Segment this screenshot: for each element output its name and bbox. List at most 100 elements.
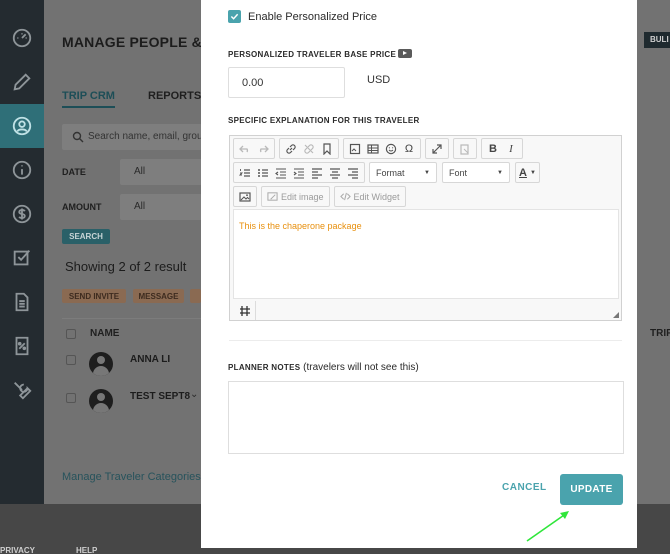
numbered-list-icon[interactable] [236, 163, 254, 182]
edit-image-label: Edit image [281, 191, 324, 202]
bullet-list-icon[interactable] [254, 163, 272, 182]
image-frame-icon[interactable] [346, 139, 364, 158]
tab-reports[interactable]: REPORTS [148, 90, 201, 102]
maximize-group [425, 138, 449, 159]
filter-amount-label: AMOUNT [62, 202, 102, 212]
table-icon[interactable] [364, 139, 382, 158]
omega-icon[interactable]: Ω [400, 139, 418, 158]
editor-toolbar-row: Ω B I [233, 138, 527, 159]
bulk-button[interactable]: BULI [644, 32, 670, 48]
base-price-label: PERSONALIZED TRAVELER BASE PRICE [228, 50, 397, 59]
help-link[interactable]: HELP [76, 546, 97, 554]
edit-widget-label: Edit Widget [353, 191, 400, 202]
enable-price-label[interactable]: Enable Personalized Price [248, 11, 377, 23]
anchor-icon[interactable] [318, 139, 336, 158]
align-left-icon[interactable] [308, 163, 326, 182]
undo-icon[interactable] [236, 139, 254, 158]
editor-toolbar-row: Format ▼ Font ▼ A ▼ [233, 162, 544, 183]
edit-image-icon [267, 192, 278, 201]
annotation-arrow-icon [526, 511, 569, 542]
search-placeholder: Search name, email, grou [88, 131, 203, 142]
align-center-icon[interactable] [326, 163, 344, 182]
chevron-down-icon[interactable]: ⌄ [190, 389, 198, 400]
font-select-label: Font [449, 167, 468, 178]
table-row-name[interactable]: TEST SEPT8 [130, 391, 190, 402]
enable-price-checkbox[interactable] [228, 10, 241, 23]
unlink-icon[interactable] [300, 139, 318, 158]
format-select[interactable]: Format ▼ [369, 162, 437, 183]
table-row-name[interactable]: ANNA LI [130, 354, 170, 365]
link-group [279, 138, 339, 159]
filter-date-select[interactable]: All [120, 159, 202, 185]
coupon-icon[interactable] [0, 324, 44, 368]
bold-icon[interactable]: B [484, 139, 502, 158]
source-group [453, 138, 477, 159]
show-blocks-icon[interactable] [234, 301, 256, 320]
privacy-link[interactable]: PRIVACY [0, 546, 35, 554]
avatar [89, 389, 113, 413]
resize-handle-icon[interactable] [613, 312, 619, 318]
row-checkbox[interactable] [66, 393, 76, 403]
wrench-icon[interactable] [0, 368, 44, 412]
trip-column-header: TRIP [650, 328, 670, 339]
editor-footer [233, 301, 619, 320]
editor-content-text: This is the chaperone package [239, 221, 362, 231]
filter-date-label: DATE [62, 167, 86, 177]
edit-image-button[interactable]: Edit image [261, 186, 330, 207]
avatar [89, 352, 113, 376]
message-button[interactable]: MESSAGE [133, 289, 184, 303]
insert-group: Ω [343, 138, 421, 159]
text-color-icon: A [519, 166, 527, 179]
filter-amount-select[interactable]: All [120, 194, 202, 220]
search-button[interactable]: SEARCH [62, 229, 110, 244]
planner-notes-label-bold: PLANNER NOTES [228, 363, 301, 372]
checklist-icon[interactable] [0, 236, 44, 280]
cancel-button[interactable]: CANCEL [502, 482, 547, 493]
smiley-icon[interactable] [382, 139, 400, 158]
link-icon[interactable] [282, 139, 300, 158]
font-select[interactable]: Font ▼ [442, 162, 510, 183]
planner-notes-textarea[interactable] [228, 381, 624, 454]
video-help-icon[interactable] [398, 49, 413, 58]
more-action-button[interactable] [190, 289, 201, 303]
outdent-icon[interactable] [272, 163, 290, 182]
currency-label: USD [367, 74, 391, 86]
update-button[interactable]: UPDATE [560, 474, 623, 505]
undo-group [233, 138, 275, 159]
indent-icon[interactable] [290, 163, 308, 182]
dashboard-icon[interactable] [0, 16, 44, 60]
list-group [233, 162, 365, 183]
base-price-input[interactable]: 0.00 [228, 67, 345, 98]
name-column-header: NAME [90, 328, 120, 339]
dollar-icon[interactable] [0, 192, 44, 236]
people-icon[interactable] [0, 104, 44, 148]
planner-notes-label-hint: (travelers will not see this) [300, 362, 419, 373]
base-price-heading: PERSONALIZED TRAVELER BASE PRICE [228, 48, 413, 59]
maximize-icon[interactable] [428, 139, 446, 158]
format-select-label: Format [376, 167, 405, 178]
image-icon[interactable] [236, 187, 254, 206]
editor-content-area[interactable]: This is the chaperone package [233, 209, 619, 299]
italic-icon[interactable]: I [502, 139, 520, 158]
editor-toolbar-row: Edit image Edit Widget [233, 186, 410, 207]
style-group: B I [481, 138, 523, 159]
redo-icon[interactable] [254, 139, 272, 158]
divider [229, 340, 622, 341]
tab-trip-crm[interactable]: TRIP CRM [62, 90, 115, 108]
row-checkbox[interactable] [66, 355, 76, 365]
align-right-icon[interactable] [344, 163, 362, 182]
caret-down-icon: ▼ [497, 169, 503, 176]
check-icon [230, 13, 239, 20]
info-icon[interactable] [0, 148, 44, 192]
pencil-icon[interactable] [0, 60, 44, 104]
page-title: MANAGE PEOPLE & R [62, 34, 217, 50]
paste-icon[interactable] [456, 139, 474, 158]
caret-down-icon: ▼ [424, 169, 430, 176]
text-color-button[interactable]: A ▼ [515, 162, 540, 183]
table-divider [62, 318, 202, 319]
select-all-checkbox[interactable] [66, 329, 76, 339]
edit-widget-button[interactable]: Edit Widget [333, 186, 406, 207]
manage-categories-link[interactable]: Manage Traveler Categories [62, 471, 201, 483]
send-invite-button[interactable]: SEND INVITE [62, 289, 126, 303]
document-icon[interactable] [0, 280, 44, 324]
